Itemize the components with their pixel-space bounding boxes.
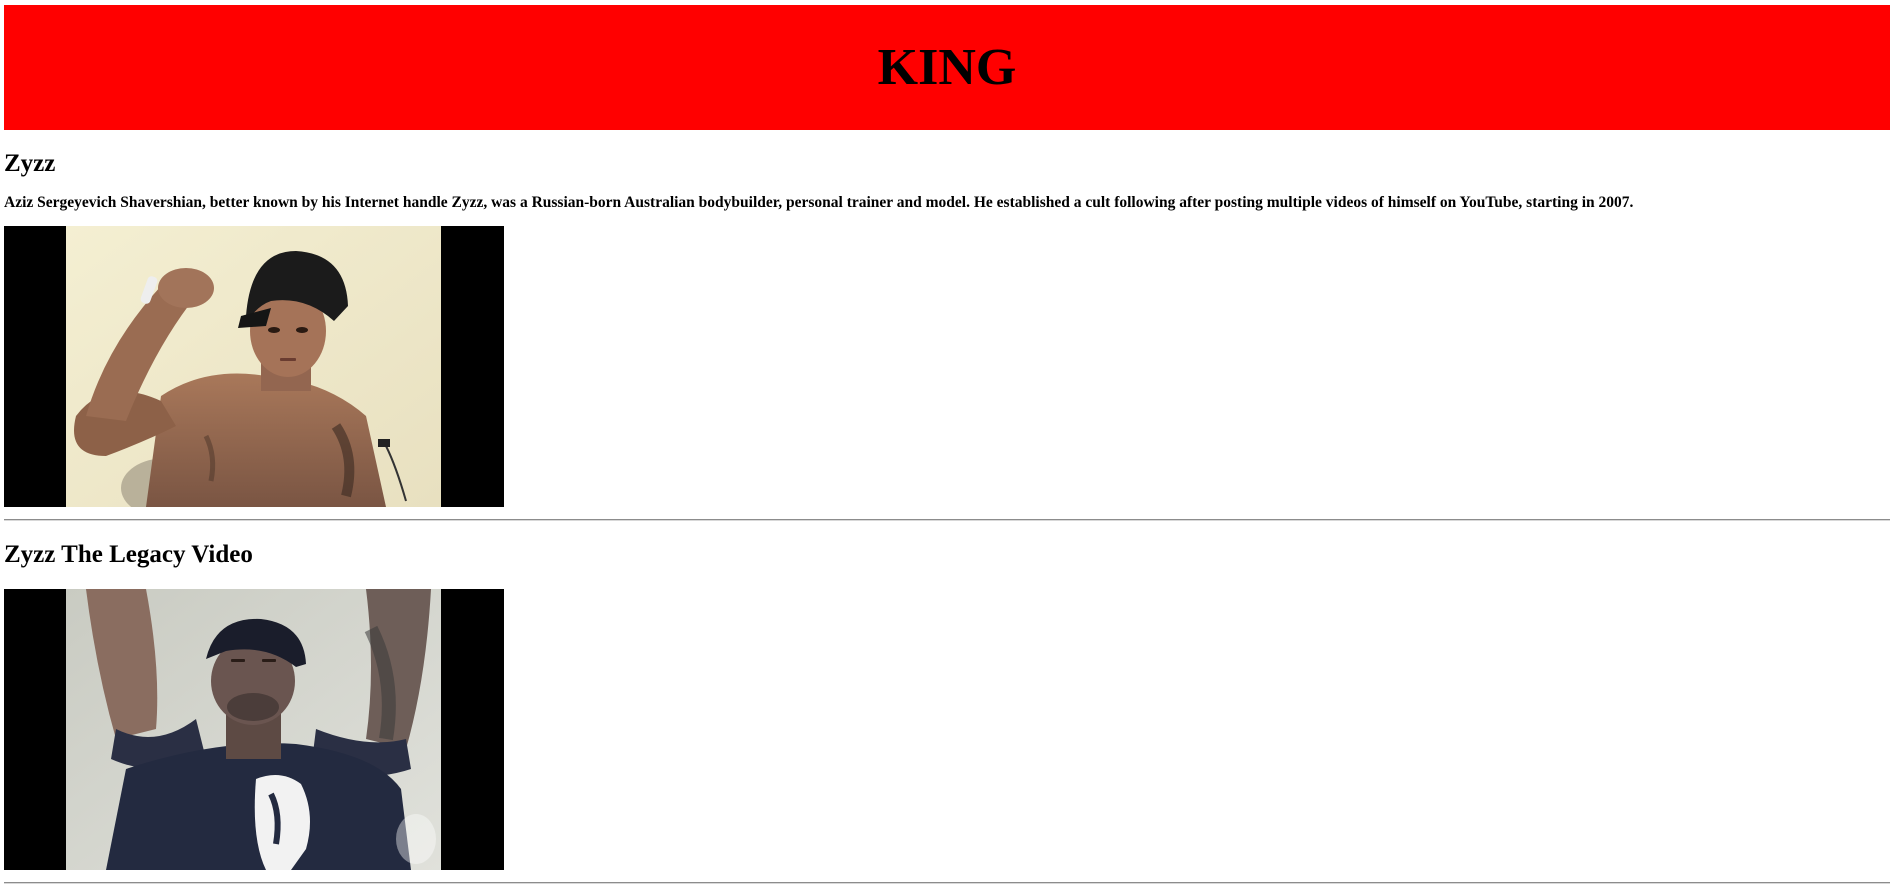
flex-photo xyxy=(66,226,441,507)
section-heading-legacy-video: Zyzz The Legacy Video xyxy=(4,541,253,568)
legacy-video-photo xyxy=(66,589,441,870)
page: KING Zyzz Aziz Sergeyevich Shavershian, … xyxy=(0,0,1890,884)
header-banner: KING xyxy=(4,5,1890,130)
page-title: KING xyxy=(877,39,1017,96)
zyzz-flex-image xyxy=(4,226,504,507)
bio-paragraph: Aziz Sergeyevich Shavershian, better kno… xyxy=(4,194,1634,211)
divider xyxy=(4,519,1890,521)
section-heading-zyzz: Zyzz xyxy=(4,150,56,177)
divider xyxy=(4,882,1890,884)
legacy-video-thumbnail[interactable] xyxy=(4,589,504,870)
